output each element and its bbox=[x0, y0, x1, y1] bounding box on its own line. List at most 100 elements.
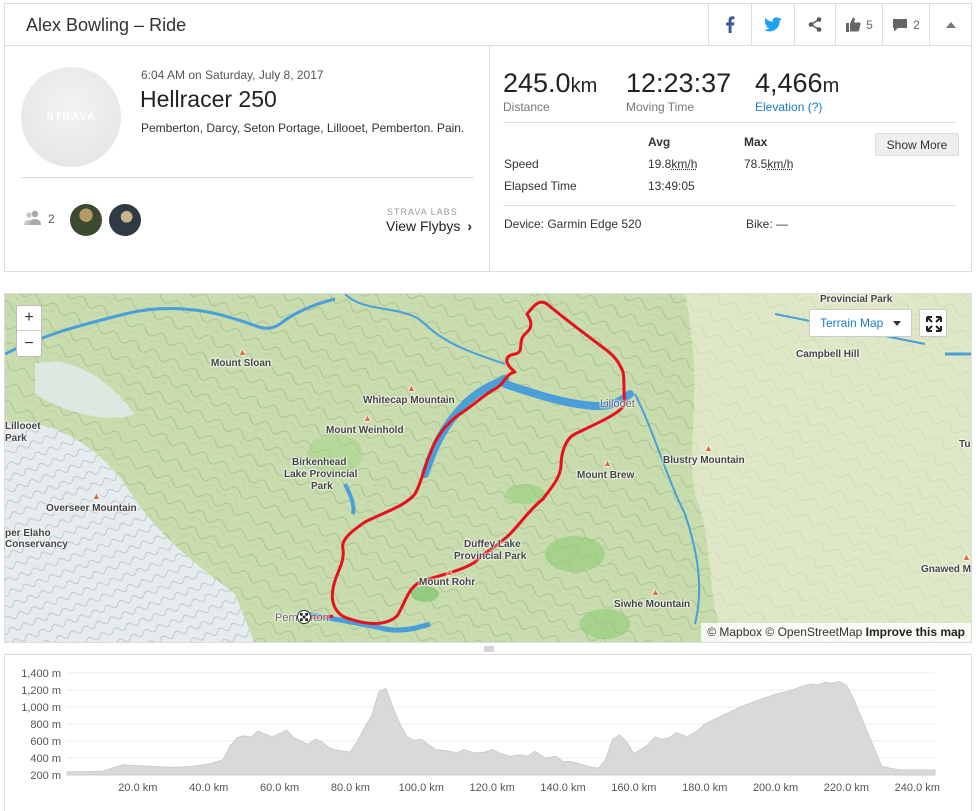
strava-logo: STRAVA bbox=[21, 111, 121, 123]
map-label: Lillooet bbox=[600, 398, 635, 410]
y-tick-label: 200 m bbox=[30, 770, 61, 782]
elevation-unit: m bbox=[823, 75, 840, 97]
terrain-background bbox=[5, 294, 972, 643]
activity-name: Hellracer 250 bbox=[140, 86, 277, 113]
activity-description: Pemberton, Darcy, Seton Portage, Lillooe… bbox=[141, 121, 464, 135]
x-tick-label: 240.0 km bbox=[895, 782, 940, 794]
map-label: Provincial Park bbox=[820, 294, 892, 305]
peak-icon: ▲ bbox=[704, 443, 713, 453]
elevation-area bbox=[67, 682, 935, 776]
zoom-out-button[interactable]: − bbox=[17, 331, 41, 356]
header-actions: 5 2 bbox=[708, 4, 971, 45]
map-label: Mount Weinhold bbox=[326, 425, 404, 436]
max-header: Max bbox=[744, 135, 767, 149]
map-label: Conservancy bbox=[5, 539, 68, 550]
start-finish-flag-icon[interactable] bbox=[297, 610, 311, 624]
y-tick-label: 800 m bbox=[30, 719, 61, 731]
speed-label: Speed bbox=[504, 157, 539, 171]
device-info: Device: Garmin Edge 520 bbox=[504, 217, 641, 231]
elevation-profile[interactable]: 200 m 400 m 600 m 800 m 1,000 m 1,200 m 1,400 … bbox=[4, 654, 972, 811]
divider bbox=[503, 205, 956, 206]
bike-info: Bike: — bbox=[746, 217, 788, 231]
distance-stat: 245.0km Distance bbox=[503, 68, 597, 114]
comment-count: 2 bbox=[913, 18, 920, 32]
x-tick-label: 80.0 km bbox=[331, 782, 370, 794]
map-label: Campbell Hill bbox=[796, 349, 859, 360]
speed-max: 78.5km/h bbox=[744, 157, 793, 171]
map-label: Park bbox=[311, 481, 333, 492]
comments-button[interactable]: 2 bbox=[882, 4, 929, 45]
strava-labs-label: STRAVA LABS bbox=[387, 207, 458, 217]
athlete-avatar[interactable]: STRAVA bbox=[21, 67, 121, 167]
view-flybys-label: View Flybys bbox=[386, 218, 460, 234]
share-button[interactable] bbox=[794, 4, 835, 45]
elevation-value: 4,466 bbox=[755, 68, 823, 98]
x-tick-label: 180.0 km bbox=[682, 782, 727, 794]
zoom-in-button[interactable]: + bbox=[17, 306, 41, 331]
x-tick-label: 120.0 km bbox=[470, 782, 515, 794]
map-label: Lake Provincial bbox=[284, 469, 357, 480]
twitter-share-button[interactable] bbox=[751, 4, 794, 45]
peak-icon: ▲ bbox=[238, 347, 247, 357]
peak-icon: ▲ bbox=[445, 567, 454, 577]
peak-icon: ▲ bbox=[962, 552, 971, 562]
y-tick-label: 1,000 m bbox=[21, 702, 61, 714]
map-attribution: © Mapbox © OpenStreetMap Improve this ma… bbox=[701, 623, 971, 642]
elapsed-time-label: Elapsed Time bbox=[504, 179, 577, 193]
y-tick-label: 400 m bbox=[30, 753, 61, 765]
collapse-button[interactable] bbox=[929, 4, 971, 45]
x-tick-label: 200.0 km bbox=[753, 782, 798, 794]
view-flybys-link[interactable]: View Flybys › bbox=[386, 218, 472, 234]
athletes-count: 2 bbox=[48, 212, 55, 226]
map-label: Mount Sloan bbox=[211, 358, 271, 369]
athlete-avatar-small[interactable] bbox=[70, 204, 102, 236]
fullscreen-button[interactable] bbox=[919, 309, 947, 337]
divider bbox=[503, 122, 956, 123]
y-tick-label: 1,400 m bbox=[21, 668, 61, 680]
thumbs-up-icon bbox=[845, 17, 861, 32]
map-label: Duffey Lake bbox=[464, 539, 521, 550]
elapsed-time-value: 13:49:05 bbox=[648, 179, 695, 193]
comment-icon bbox=[892, 18, 908, 32]
expand-icon bbox=[920, 310, 948, 338]
elevation-chart: 200 m400 m600 m800 m1,000 m1,200 m1,400 … bbox=[5, 655, 973, 811]
x-tick-label: 100.0 km bbox=[399, 782, 444, 794]
peak-icon: ▲ bbox=[651, 587, 660, 597]
x-tick-label: 220.0 km bbox=[824, 782, 869, 794]
distance-value: 245.0 bbox=[503, 68, 571, 98]
map-label: per Elaho bbox=[5, 528, 51, 539]
map-style-dropdown[interactable]: Terrain Map bbox=[809, 309, 912, 337]
facebook-share-button[interactable] bbox=[708, 4, 751, 45]
resize-handle-icon[interactable] bbox=[484, 646, 494, 652]
peak-icon: ▲ bbox=[363, 413, 372, 423]
athlete-avatar-small[interactable] bbox=[109, 204, 141, 236]
mapbox-attribution[interactable]: © Mapbox bbox=[707, 625, 762, 639]
twitter-icon bbox=[764, 17, 782, 32]
show-more-button[interactable]: Show More bbox=[875, 133, 959, 156]
activity-header: Alex Bowling – Ride 5 2 bbox=[4, 3, 972, 46]
peak-icon: ▲ bbox=[92, 491, 101, 501]
caret-down-icon bbox=[893, 321, 901, 326]
map-label: Siwhe Mountain bbox=[614, 599, 690, 610]
caret-up-icon bbox=[946, 22, 956, 28]
elevation-help-link[interactable]: Elevation (?) bbox=[755, 100, 839, 114]
kudos-count: 5 bbox=[866, 18, 873, 32]
activity-title: Alex Bowling – Ride bbox=[26, 15, 186, 36]
osm-attribution[interactable]: © OpenStreetMap bbox=[765, 625, 862, 639]
map-label: Whitecap Mountain bbox=[363, 395, 455, 406]
peak-icon: ▲ bbox=[603, 458, 612, 468]
speed-unit: km/h bbox=[767, 157, 793, 171]
distance-label: Distance bbox=[503, 100, 597, 114]
avg-header: Avg bbox=[648, 135, 670, 149]
route-map[interactable]: ▲ ▲ ▲ ▲ ▲ ▲ ▲ ▲ ▲ Provincial Park Campbe… bbox=[4, 293, 972, 643]
speed-avg-value: 19.8 bbox=[648, 157, 671, 171]
speed-avg: 19.8km/h bbox=[648, 157, 697, 171]
share-icon bbox=[808, 17, 822, 32]
improve-map-link[interactable]: Improve this map bbox=[866, 625, 965, 639]
kudos-button[interactable]: 5 bbox=[835, 4, 882, 45]
activity-stats: 245.0km Distance 12:23:37 Moving Time 4,… bbox=[491, 46, 972, 271]
group-athletes-icon[interactable] bbox=[22, 210, 44, 226]
divider bbox=[21, 177, 474, 178]
map-label: Tu bbox=[959, 439, 970, 450]
x-tick-label: 160.0 km bbox=[611, 782, 656, 794]
